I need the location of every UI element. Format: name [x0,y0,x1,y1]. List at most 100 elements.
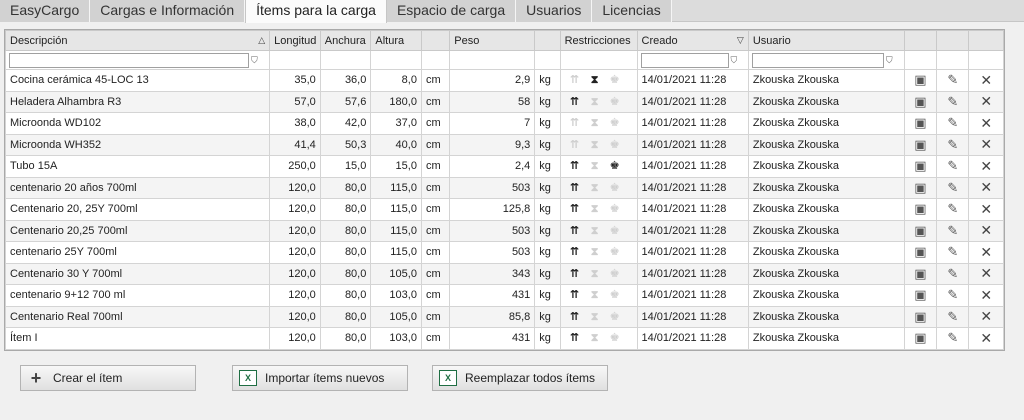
tab-2[interactable]: Ítems para la carga [245,0,387,23]
filter-funnel-icon[interactable]: ⛉ [731,55,738,66]
column-header-restricciones[interactable]: Restricciones [559,30,638,51]
edit-pencil-icon[interactable]: ✎ [947,287,958,302]
hourglass-icon: ⧗ [590,289,599,302]
box-3d-icon[interactable]: ▣ [914,115,926,130]
delete-x-icon[interactable]: ✕ [980,158,992,174]
column-header-creado[interactable]: Creado ▽ [636,30,749,51]
filter-funnel-icon[interactable]: ⛉ [886,55,893,66]
filter-funnel-icon[interactable]: ⛉ [251,55,258,66]
tab-0[interactable]: EasyCargo [0,0,91,22]
delete-x-icon[interactable]: ✕ [980,201,992,217]
sort-asc-icon[interactable]: △ [258,35,265,46]
table-row[interactable]: Centenario Real 700ml 120,0 80,0 105,0 cm 85,… [4,305,1004,328]
edit-pencil-icon[interactable]: ✎ [947,330,958,345]
table-row[interactable]: Microonda WH352 41,4 50,3 40,0 cm 9,3 kg ⇈ ⧗ ♚ 14/… [4,133,1004,156]
table-row[interactable]: Microonda WD102 38,0 42,0 37,0 cm 7 kg ⇈ ⧗ ♚ 14/01… [4,112,1004,135]
cell-action-delete: ✕ [968,241,1004,264]
cell-action-delete: ✕ [968,176,1004,199]
cell-weight-unit: kg [534,69,561,92]
delete-x-icon[interactable]: ✕ [980,179,992,195]
column-header-peso[interactable]: Peso [449,30,536,51]
tab-5[interactable]: Licencias [592,0,672,22]
edit-pencil-icon[interactable]: ✎ [947,180,958,195]
cell-creado: 14/01/2021 11:28 [636,176,749,199]
delete-x-icon[interactable]: ✕ [980,93,992,109]
edit-pencil-icon[interactable]: ✎ [947,266,958,281]
cell-anchura: 42,0 [319,112,372,135]
box-3d-icon[interactable]: ▣ [914,158,926,173]
box-3d-icon[interactable]: ▣ [914,244,926,259]
box-3d-icon[interactable]: ▣ [914,309,926,324]
table-row[interactable]: Ítem I 120,0 80,0 103,0 cm 431 kg ⇈ ⧗ ♚ 14/01/2021… [4,327,1004,350]
filter-input-usuario[interactable] [751,52,884,68]
box-3d-icon[interactable]: ▣ [914,94,926,109]
table-row[interactable]: Centenario 20, 25Y 700ml 120,0 80,0 115,0 cm… [4,198,1004,221]
filter-date-input[interactable] [640,52,729,68]
edit-pencil-icon[interactable]: ✎ [947,158,958,173]
delete-x-icon[interactable]: ✕ [980,72,992,88]
edit-pencil-icon[interactable]: ✎ [947,137,958,152]
box-3d-icon[interactable]: ▣ [914,266,926,281]
table-row[interactable]: Tubo 15A 250,0 15,0 15,0 cm 2,4 kg ⇈ ⧗ ♚ 14/01/202… [4,155,1004,178]
replace-items-button[interactable]: X Reemplazar todos ítems [432,365,608,391]
table-row[interactable]: Centenario 20,25 700ml 120,0 80,0 115,0 cm 50… [4,219,1004,242]
box-3d-icon[interactable]: ▣ [914,287,926,302]
column-header-altura[interactable]: Altura [370,30,422,51]
cell-peso: 85,8 [449,305,536,328]
delete-x-icon[interactable]: ✕ [980,287,992,303]
edit-pencil-icon[interactable]: ✎ [947,115,958,130]
cell-anchura: 80,0 [319,241,372,264]
table-row[interactable]: centenario 25Y 700ml 120,0 80,0 115,0 cm 503 k… [4,241,1004,264]
edit-pencil-icon[interactable]: ✎ [947,201,958,216]
delete-x-icon[interactable]: ✕ [980,330,992,346]
box-3d-icon[interactable]: ▣ [914,72,926,87]
cell-descripcion: Tubo 15A [4,155,271,178]
cell-anchura: 80,0 [319,262,372,285]
tab-4[interactable]: Usuarios [516,0,593,22]
edit-pencil-icon[interactable]: ✎ [947,94,958,109]
table-row[interactable]: Heladera Alhambra R3 57,0 57,6 180,0 cm 58 kg ⇈… [4,90,1004,113]
table-row[interactable]: Cocina cerámica 45-LOC 13 35,0 36,0 8,0 cm 2,… [4,69,1004,92]
cell-anchura: 80,0 [319,219,372,242]
delete-x-icon[interactable]: ✕ [980,115,992,131]
filter-input-descripcion[interactable] [9,52,249,68]
tab-1[interactable]: Cargas e Información [90,0,246,22]
delete-x-icon[interactable]: ✕ [980,244,992,260]
cell-action-3d: ▣ [903,133,938,156]
cell-action-delete: ✕ [968,90,1004,113]
box-3d-icon[interactable]: ▣ [914,137,926,152]
cell-action-3d: ▣ [903,262,938,285]
edit-pencil-icon[interactable]: ✎ [947,244,958,259]
edit-pencil-icon[interactable]: ✎ [947,223,958,238]
import-items-button[interactable]: X Importar ítems nuevos [232,365,408,391]
column-header-usuario[interactable]: Usuario [747,30,905,51]
cell-descripcion: Microonda WD102 [4,112,271,135]
column-header-anchura[interactable]: Anchura [319,30,372,51]
cell-creado: 14/01/2021 11:28 [636,90,749,113]
create-item-button[interactable]: + Crear el ítem [20,365,196,391]
edit-pencil-icon[interactable]: ✎ [947,309,958,324]
hourglass-icon: ⧗ [590,267,599,280]
delete-x-icon[interactable]: ✕ [980,222,992,238]
column-header-descripcion[interactable]: Descripción △ [4,30,271,51]
cell-longitud: 120,0 [269,219,321,242]
sort-desc-icon[interactable]: ▽ [737,35,744,46]
column-header-longitud[interactable]: Longitud [269,30,321,51]
cell-usuario: Zkouska Zkouska [747,219,905,242]
delete-x-icon[interactable]: ✕ [980,308,992,324]
table-row[interactable]: centenario 20 años 700ml 120,0 80,0 115,0 cm… [4,176,1004,199]
tab-3[interactable]: Espacio de carga [386,0,517,22]
delete-x-icon[interactable]: ✕ [980,265,992,281]
box-3d-icon[interactable]: ▣ [914,180,926,195]
cell-altura: 115,0 [370,176,422,199]
edit-pencil-icon[interactable]: ✎ [947,72,958,87]
box-3d-icon[interactable]: ▣ [914,223,926,238]
table-row[interactable]: Centenario 30 Y 700ml 120,0 80,0 105,0 cm 343… [4,262,1004,285]
box-3d-icon[interactable]: ▣ [914,201,926,216]
filter-cell [420,50,451,70]
table-row[interactable]: centenario 9+12 700 ml 120,0 80,0 103,0 cm 43… [4,284,1004,307]
hourglass-icon: ⧗ [590,332,599,345]
box-3d-icon[interactable]: ▣ [914,330,926,345]
up-arrows-icon: ⇈ [569,203,580,216]
delete-x-icon[interactable]: ✕ [980,136,992,152]
